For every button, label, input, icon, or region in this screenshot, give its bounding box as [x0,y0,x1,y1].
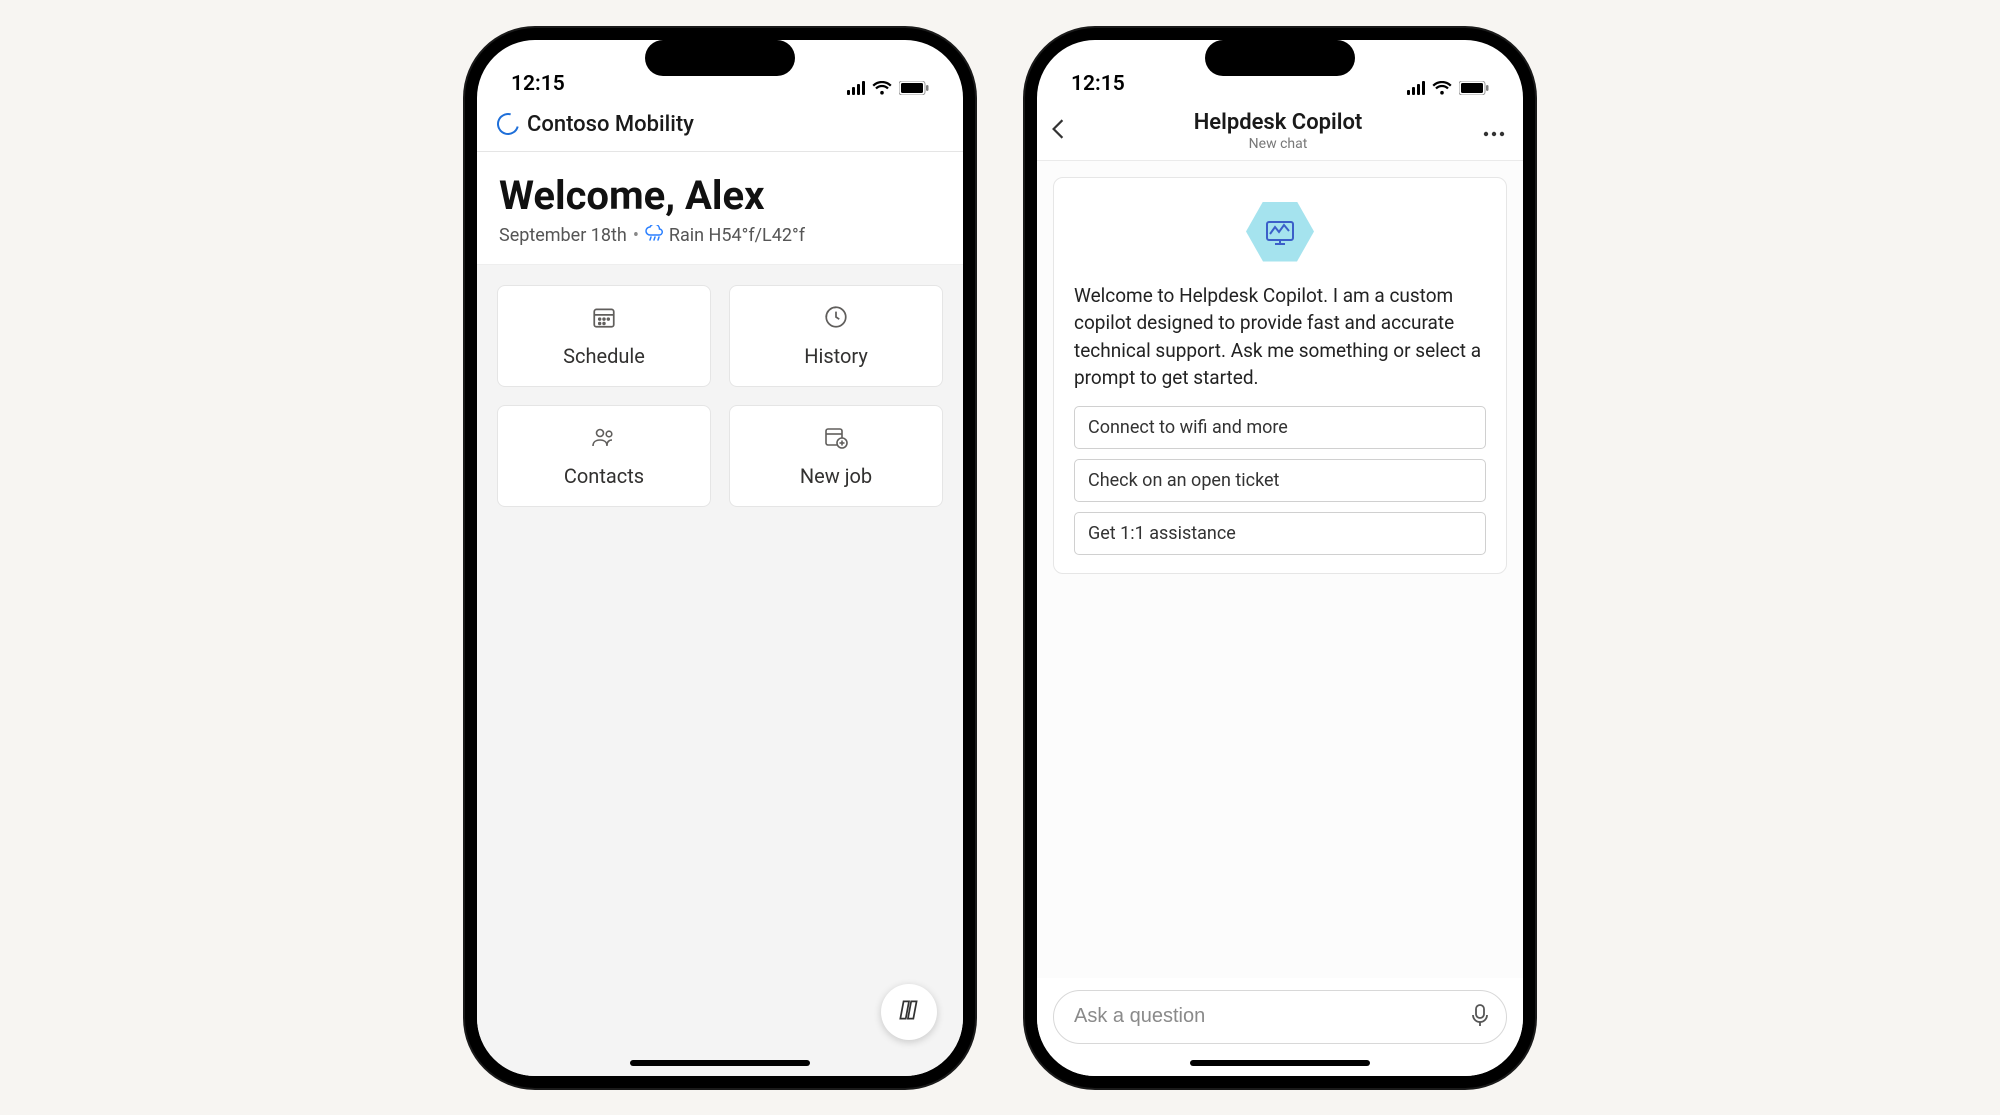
copilot-intro-text: Welcome to Helpdesk Copilot. I am a cust… [1074,282,1486,392]
hexagon-icon [1246,202,1314,262]
history-icon [823,304,849,334]
prompt-assistance[interactable]: Get 1:1 assistance [1074,512,1486,555]
chat-title: Helpdesk Copilot [1079,110,1477,135]
welcome-title: Welcome, Alex [499,172,941,219]
back-button[interactable] [1051,118,1079,144]
calendar-icon [591,304,617,334]
prompt-label: Check on an open ticket [1088,470,1279,491]
rain-icon [645,225,663,246]
contoso-logo-icon [493,109,523,139]
tile-contacts[interactable]: Contacts [497,405,711,507]
copilot-intro-card: Welcome to Helpdesk Copilot. I am a cust… [1053,177,1507,574]
welcome-subtitle: September 18th • Rain H54°f/L42°f [499,225,941,246]
copilot-fab[interactable] [881,984,937,1040]
chat-title-wrap: Helpdesk Copilot New chat [1079,110,1477,152]
prompt-ticket[interactable]: Check on an open ticket [1074,459,1486,502]
wifi-icon [1432,81,1452,96]
screen-right: 12:15 Helpdesk Copilot New chat [1037,40,1523,1076]
screen-left: 12:15 Contoso Mobility Welcome, Alex Sep… [477,40,963,1076]
weather-text: Rain H54°f/L42°f [669,225,805,246]
quick-actions-grid: Schedule History Contacts New job [477,265,963,1076]
notch [1205,40,1355,76]
copilot-logo [1246,198,1314,266]
separator-dot: • [633,225,639,246]
home-indicator [1190,1060,1370,1066]
new-job-icon [822,424,850,454]
chat-text-field[interactable] [1074,1005,1460,1028]
phone-frame-left: 12:15 Contoso Mobility Welcome, Alex Sep… [465,28,975,1088]
microphone-icon[interactable] [1470,1003,1490,1031]
chat-input[interactable] [1053,990,1507,1044]
tile-history[interactable]: History [729,285,943,387]
more-button[interactable] [1477,118,1505,143]
app-header: Contoso Mobility [477,102,963,152]
cellular-icon [847,81,865,95]
status-icons [847,81,929,96]
status-icons [1407,81,1489,96]
tile-schedule[interactable]: Schedule [497,285,711,387]
phone-frame-right: 12:15 Helpdesk Copilot New chat [1025,28,1535,1088]
tile-label: Schedule [563,344,645,368]
chat-body: Welcome to Helpdesk Copilot. I am a cust… [1037,161,1523,978]
prompt-label: Get 1:1 assistance [1088,523,1236,544]
tile-new-job[interactable]: New job [729,405,943,507]
notch [645,40,795,76]
date-text: September 18th [499,225,627,246]
people-icon [590,424,618,454]
home-indicator [630,1060,810,1066]
chat-subtitle: New chat [1079,136,1477,152]
tile-label: Contacts [564,464,644,488]
cellular-icon [1407,81,1425,95]
tile-label: History [804,344,868,368]
copilot-icon [896,997,922,1027]
wifi-icon [872,81,892,96]
status-time: 12:15 [1071,72,1125,96]
welcome-block: Welcome, Alex September 18th • Rain H54°… [477,152,963,265]
battery-icon [1459,81,1489,95]
prompt-wifi[interactable]: Connect to wifi and more [1074,406,1486,449]
prompt-label: Connect to wifi and more [1088,417,1288,438]
status-time: 12:15 [511,72,565,96]
tile-label: New job [800,464,872,488]
chat-header: Helpdesk Copilot New chat [1037,102,1523,161]
battery-icon [899,81,929,95]
app-name: Contoso Mobility [527,112,694,137]
